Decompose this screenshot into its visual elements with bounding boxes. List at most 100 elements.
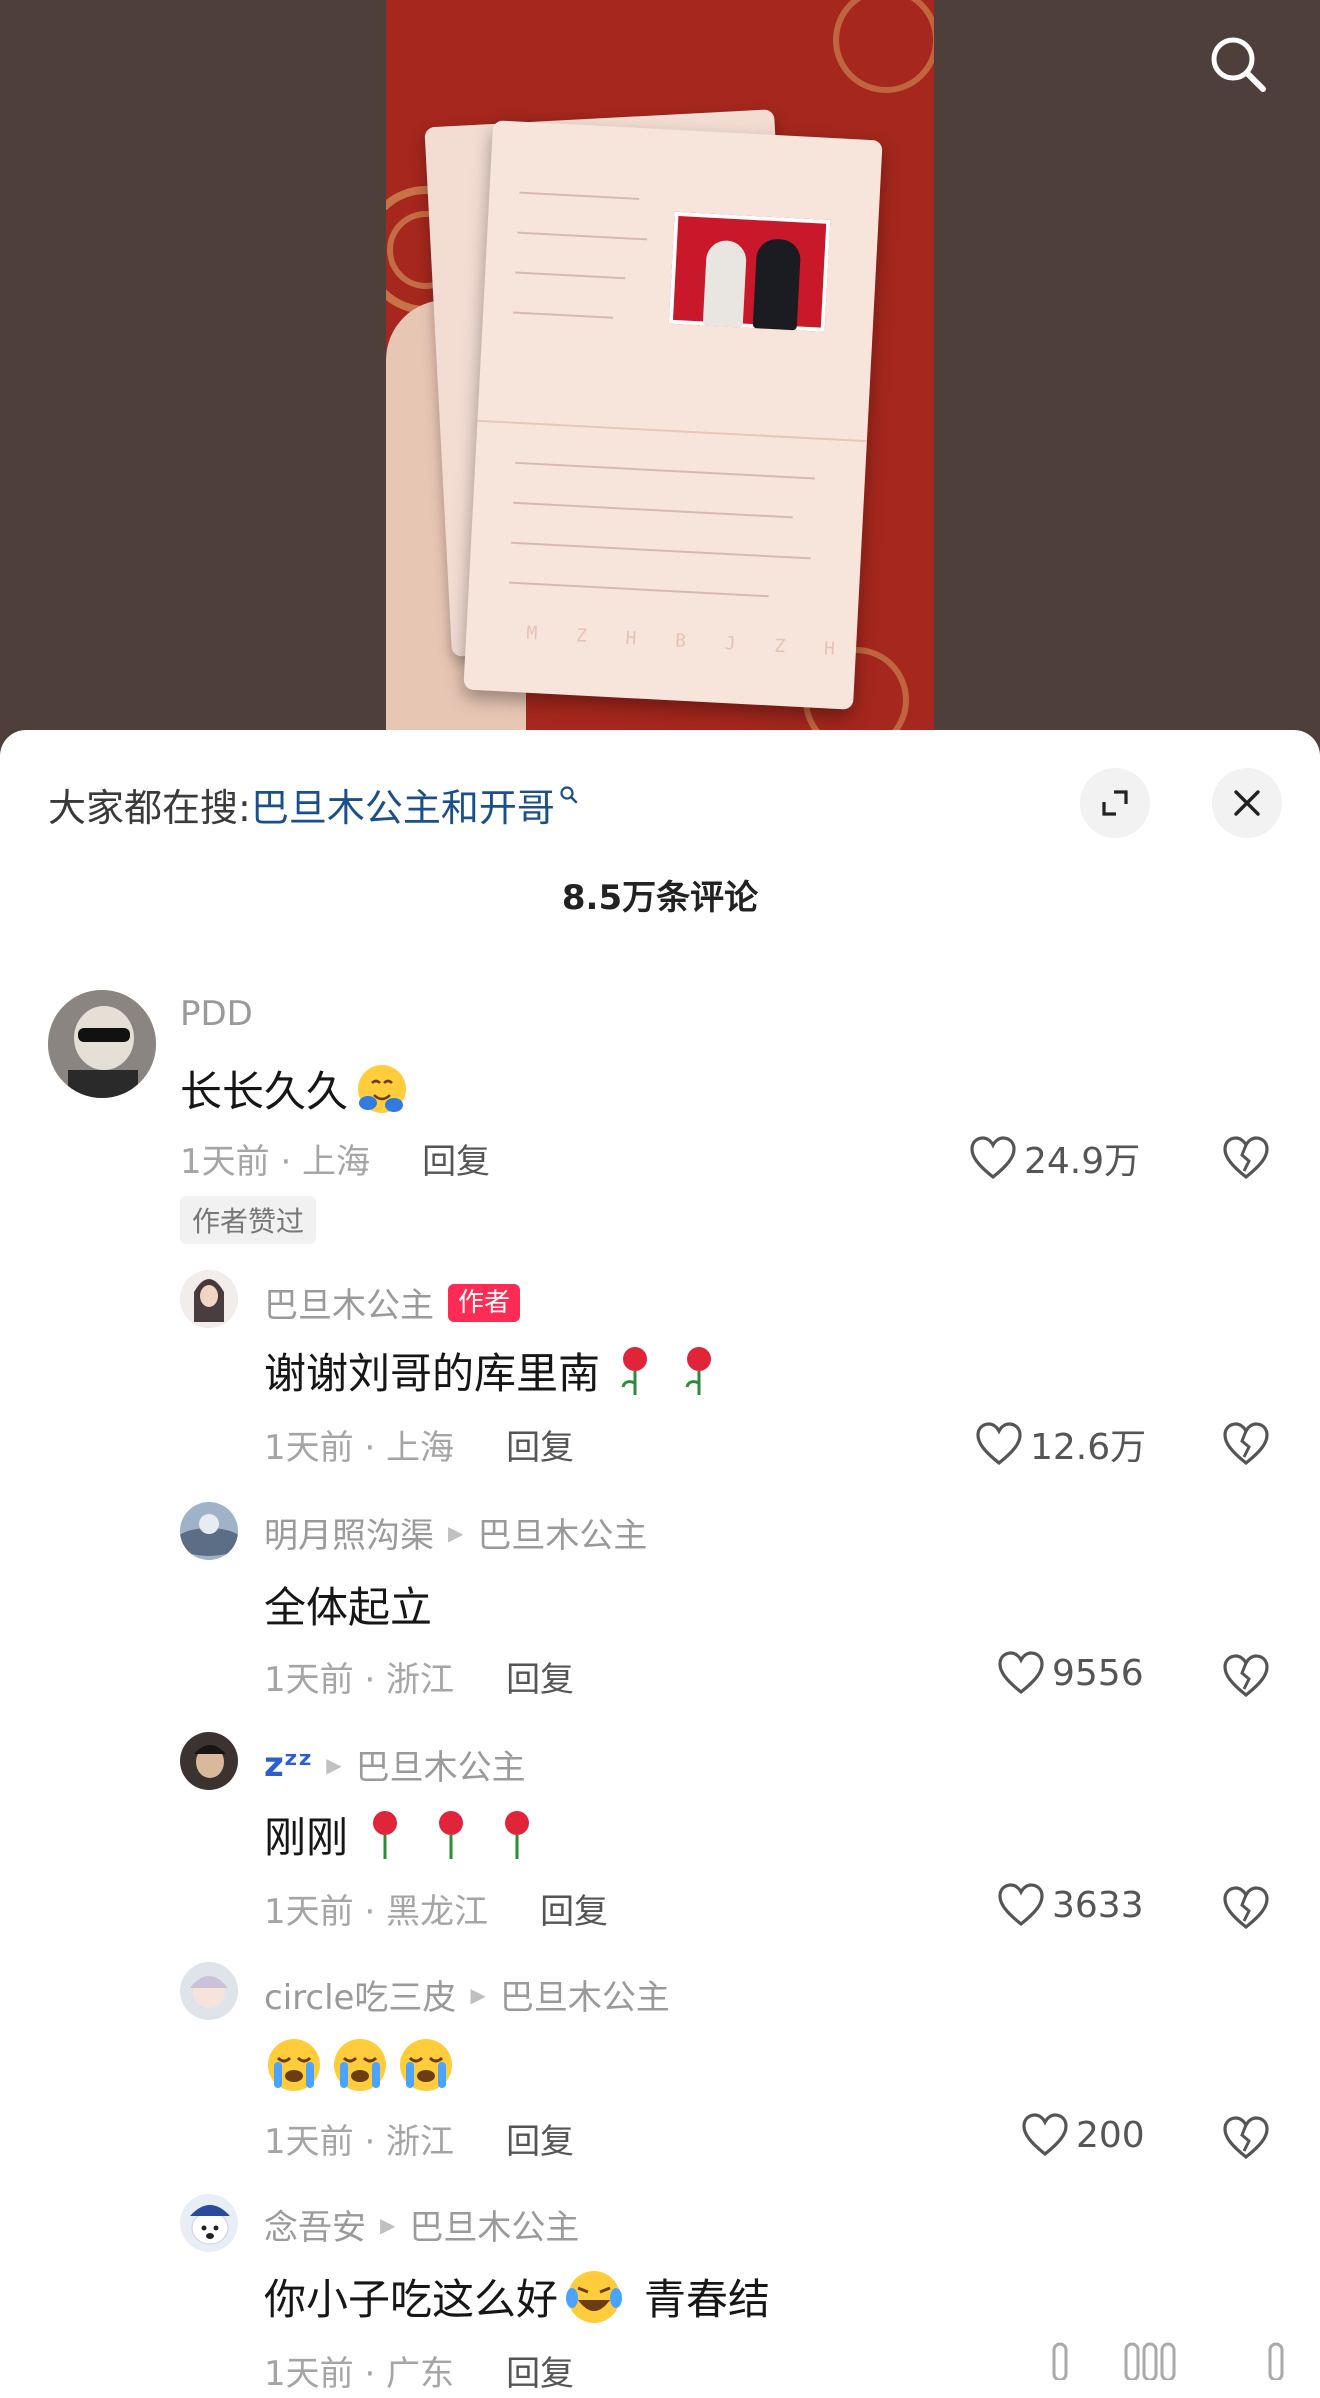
trending-search-link[interactable]: 巴旦木公主和开哥 bbox=[251, 777, 555, 832]
dislike-button[interactable] bbox=[1218, 1648, 1274, 1704]
reply-arrow-icon: ▶ bbox=[448, 1520, 464, 1545]
comment-meta: 1天前 · 浙江 回复 bbox=[264, 2114, 574, 2163]
reply-username[interactable]: circle吃三皮 ▶ 巴旦木公主 bbox=[264, 1970, 670, 2019]
dislike-button[interactable] bbox=[1218, 1130, 1274, 1186]
expand-icon bbox=[1102, 790, 1128, 816]
rose-icon bbox=[373, 1810, 398, 1859]
comment-time-location: 1天前 · 上海 bbox=[264, 1428, 455, 1468]
comment-text: 你小子吃这么好 青春结 bbox=[264, 2266, 770, 2327]
broken-heart-icon bbox=[1223, 1422, 1269, 1466]
heart-icon bbox=[1022, 2113, 1068, 2157]
comment-meta: 1天前 · 上海 回复 bbox=[180, 1134, 490, 1183]
reply-button[interactable]: 回复 bbox=[422, 1134, 490, 1183]
toolbar-icon[interactable] bbox=[1120, 2340, 1176, 2380]
rose-icon bbox=[685, 1346, 712, 1395]
small-search-icon bbox=[560, 786, 578, 804]
like-button[interactable]: 9556 bbox=[996, 1650, 1144, 1696]
comment-text bbox=[264, 2036, 458, 2094]
expand-button[interactable] bbox=[1080, 768, 1150, 838]
broken-heart-icon bbox=[1223, 2116, 1269, 2160]
comment-text: 全体起立 bbox=[264, 1583, 433, 1632]
avatar[interactable] bbox=[180, 1962, 238, 2020]
like-button[interactable]: 24.9万 bbox=[968, 1132, 1140, 1184]
avatar[interactable] bbox=[48, 990, 156, 1098]
reply-button[interactable]: 回复 bbox=[506, 1652, 574, 1701]
rose-icon bbox=[439, 1810, 464, 1859]
crying-emoji-icon bbox=[334, 2039, 386, 2091]
like-button[interactable]: 200 bbox=[1020, 2112, 1145, 2158]
comment-meta: 1天前 · 黑龙江 回复 bbox=[264, 1884, 608, 1933]
avatar[interactable] bbox=[180, 1502, 238, 1560]
broken-heart-icon bbox=[1223, 1136, 1269, 1180]
heart-icon bbox=[998, 1883, 1044, 1927]
comment-text: 谢谢刘哥的库里南 bbox=[264, 1340, 724, 1401]
crying-emoji-icon bbox=[268, 2039, 320, 2091]
comment-meta: 1天前 · 浙江 回复 bbox=[264, 1652, 574, 1701]
author-badge: 作者 bbox=[448, 1283, 521, 1322]
like-button[interactable]: 3633 bbox=[996, 1882, 1144, 1928]
rose-icon bbox=[621, 1346, 648, 1395]
marriage-certificate: M Z H B J Z H bbox=[463, 120, 883, 710]
toolbar-icon[interactable] bbox=[1256, 2340, 1296, 2380]
broken-heart-icon bbox=[1223, 1654, 1269, 1698]
author-liked-tag: 作者赞过 bbox=[180, 1196, 317, 1244]
reply-to-user[interactable]: 巴旦木公主 bbox=[500, 1970, 670, 2019]
comment-time-location: 1天前 · 上海 bbox=[180, 1142, 371, 1182]
dislike-button[interactable] bbox=[1218, 1880, 1274, 1936]
close-icon bbox=[1234, 790, 1260, 816]
dislike-button[interactable] bbox=[1218, 2110, 1274, 2166]
toolbar-icon[interactable] bbox=[1040, 2340, 1080, 2380]
comment-meta: 1天前 · 广东 回复 bbox=[264, 2346, 574, 2395]
laughing-crying-emoji-icon bbox=[566, 2270, 623, 2323]
reply-button[interactable]: 回复 bbox=[506, 2346, 574, 2395]
heart-icon bbox=[970, 1136, 1016, 1180]
like-count: 12.6万 bbox=[1030, 1427, 1147, 1468]
like-button[interactable]: 12.6万 bbox=[974, 1418, 1146, 1470]
reply-arrow-icon: ▶ bbox=[470, 1982, 486, 2007]
avatar[interactable] bbox=[180, 1732, 238, 1790]
close-button[interactable] bbox=[1212, 768, 1282, 838]
comment-time-location: 1天前 · 浙江 bbox=[264, 1660, 455, 1700]
video-frame: M Z H B J Z H bbox=[386, 0, 934, 730]
reply-arrow-icon: ▶ bbox=[326, 1752, 342, 1777]
like-count: 24.9万 bbox=[1024, 1141, 1141, 1182]
avatar[interactable] bbox=[180, 1270, 238, 1328]
trending-search-label: 大家都在搜: bbox=[48, 785, 251, 830]
video-player[interactable]: M Z H B J Z H bbox=[0, 0, 1320, 780]
avatar[interactable] bbox=[180, 2194, 238, 2252]
certificate-code: M Z H B J Z H bbox=[525, 622, 850, 661]
comment-username[interactable]: PDD bbox=[180, 994, 253, 1034]
comment-meta: 1天前 · 上海 回复 bbox=[264, 1420, 574, 1469]
reply-to-user[interactable]: 巴旦木公主 bbox=[356, 1740, 526, 1789]
crying-emoji-icon bbox=[400, 2039, 452, 2091]
reply-to-user[interactable]: 巴旦木公主 bbox=[409, 2200, 579, 2249]
rose-icon bbox=[505, 1810, 530, 1859]
reply-username[interactable]: zᶻᶻ ▶ 巴旦木公主 bbox=[264, 1740, 526, 1789]
bottom-toolbar bbox=[1040, 2340, 1296, 2380]
reply-username[interactable]: 巴旦木公主 作者 bbox=[264, 1278, 521, 1327]
couple-photo bbox=[668, 211, 831, 332]
reply-arrow-icon: ▶ bbox=[380, 2212, 396, 2237]
reply-button[interactable]: 回复 bbox=[506, 1420, 574, 1469]
reply-button[interactable]: 回复 bbox=[506, 2114, 574, 2163]
hugging-emoji-icon bbox=[358, 1064, 407, 1113]
comment-count: 8.5万条评论 bbox=[561, 878, 759, 918]
reply-button[interactable]: 回复 bbox=[540, 1884, 608, 1933]
comment-time-location: 1天前 · 黑龙江 bbox=[264, 1892, 489, 1932]
reply-username[interactable]: 明月照沟渠 ▶ 巴旦木公主 bbox=[264, 1508, 647, 1557]
reply-username[interactable]: 念吾安 ▶ 巴旦木公主 bbox=[264, 2200, 579, 2249]
like-count: 200 bbox=[1076, 2114, 1145, 2156]
like-count: 9556 bbox=[1052, 1652, 1144, 1694]
comment-time-location: 1天前 · 广东 bbox=[264, 2354, 455, 2394]
search-button[interactable] bbox=[1198, 24, 1278, 104]
heart-icon bbox=[976, 1422, 1022, 1466]
trending-search[interactable]: 大家都在搜: 巴旦木公主和开哥 bbox=[48, 776, 579, 832]
comment-time-location: 1天前 · 浙江 bbox=[264, 2122, 455, 2162]
search-icon bbox=[1211, 37, 1266, 92]
reply-to-user[interactable]: 巴旦木公主 bbox=[477, 1508, 647, 1557]
comment-text: 刚刚 bbox=[264, 1804, 542, 1865]
broken-heart-icon bbox=[1223, 1886, 1269, 1930]
like-count: 3633 bbox=[1052, 1884, 1144, 1926]
comment-text: 长长久久 bbox=[180, 1058, 410, 1119]
dislike-button[interactable] bbox=[1218, 1416, 1274, 1472]
